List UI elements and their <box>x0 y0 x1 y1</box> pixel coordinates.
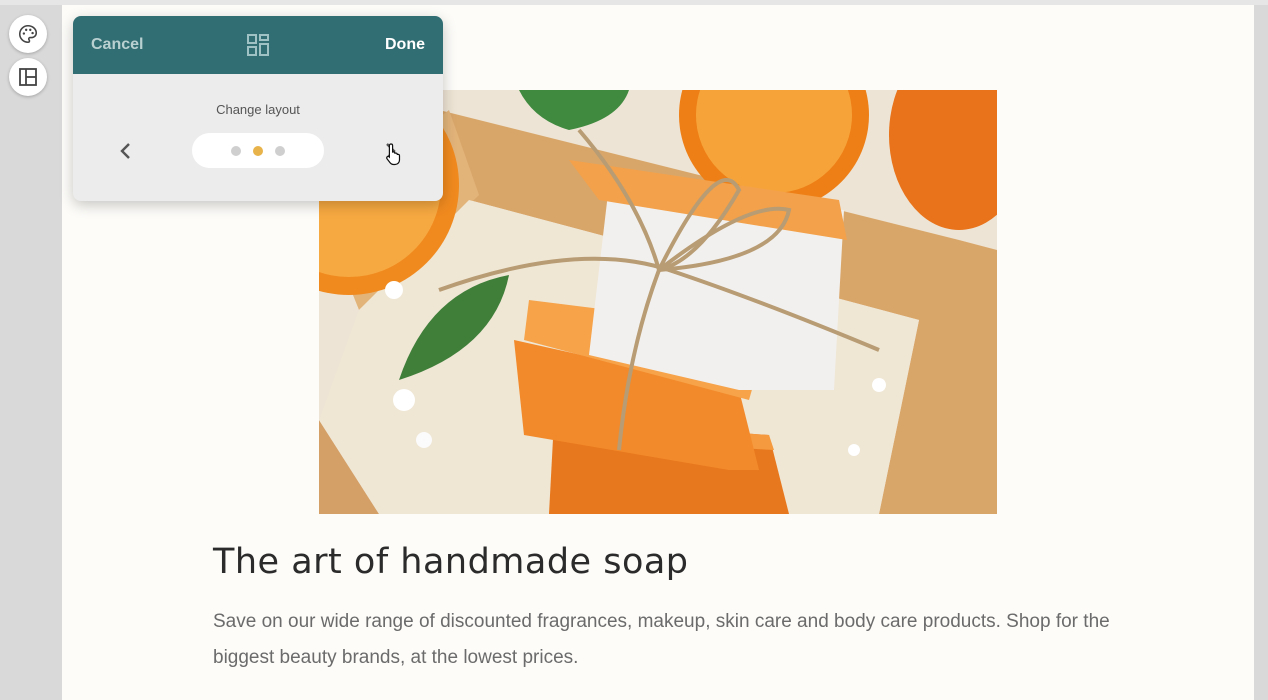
change-layout-popup: Cancel Done Change layout <box>73 16 443 201</box>
layout-button[interactable] <box>9 58 47 96</box>
layout-dot-3[interactable] <box>275 145 285 156</box>
previous-layout-button[interactable] <box>116 141 136 161</box>
chevron-left-icon <box>120 143 130 159</box>
done-button[interactable]: Done <box>385 36 425 54</box>
cancel-button[interactable]: Cancel <box>91 36 143 54</box>
change-layout-label: Change layout <box>216 102 300 117</box>
layout-grid-icon <box>247 34 269 60</box>
layout-pagination <box>192 133 324 168</box>
palette-icon <box>19 24 38 44</box>
palette-button[interactable] <box>9 15 47 53</box>
layout-dot-1[interactable] <box>231 145 241 156</box>
layout-dot-2[interactable] <box>253 145 263 156</box>
article-title: The art of handmade soap <box>213 542 689 582</box>
layout-icon <box>19 68 37 86</box>
popup-header: Cancel Done <box>73 16 443 74</box>
article-description: Save on our wide range of discounted fra… <box>213 611 1110 668</box>
hand-pointer-icon <box>385 142 403 170</box>
